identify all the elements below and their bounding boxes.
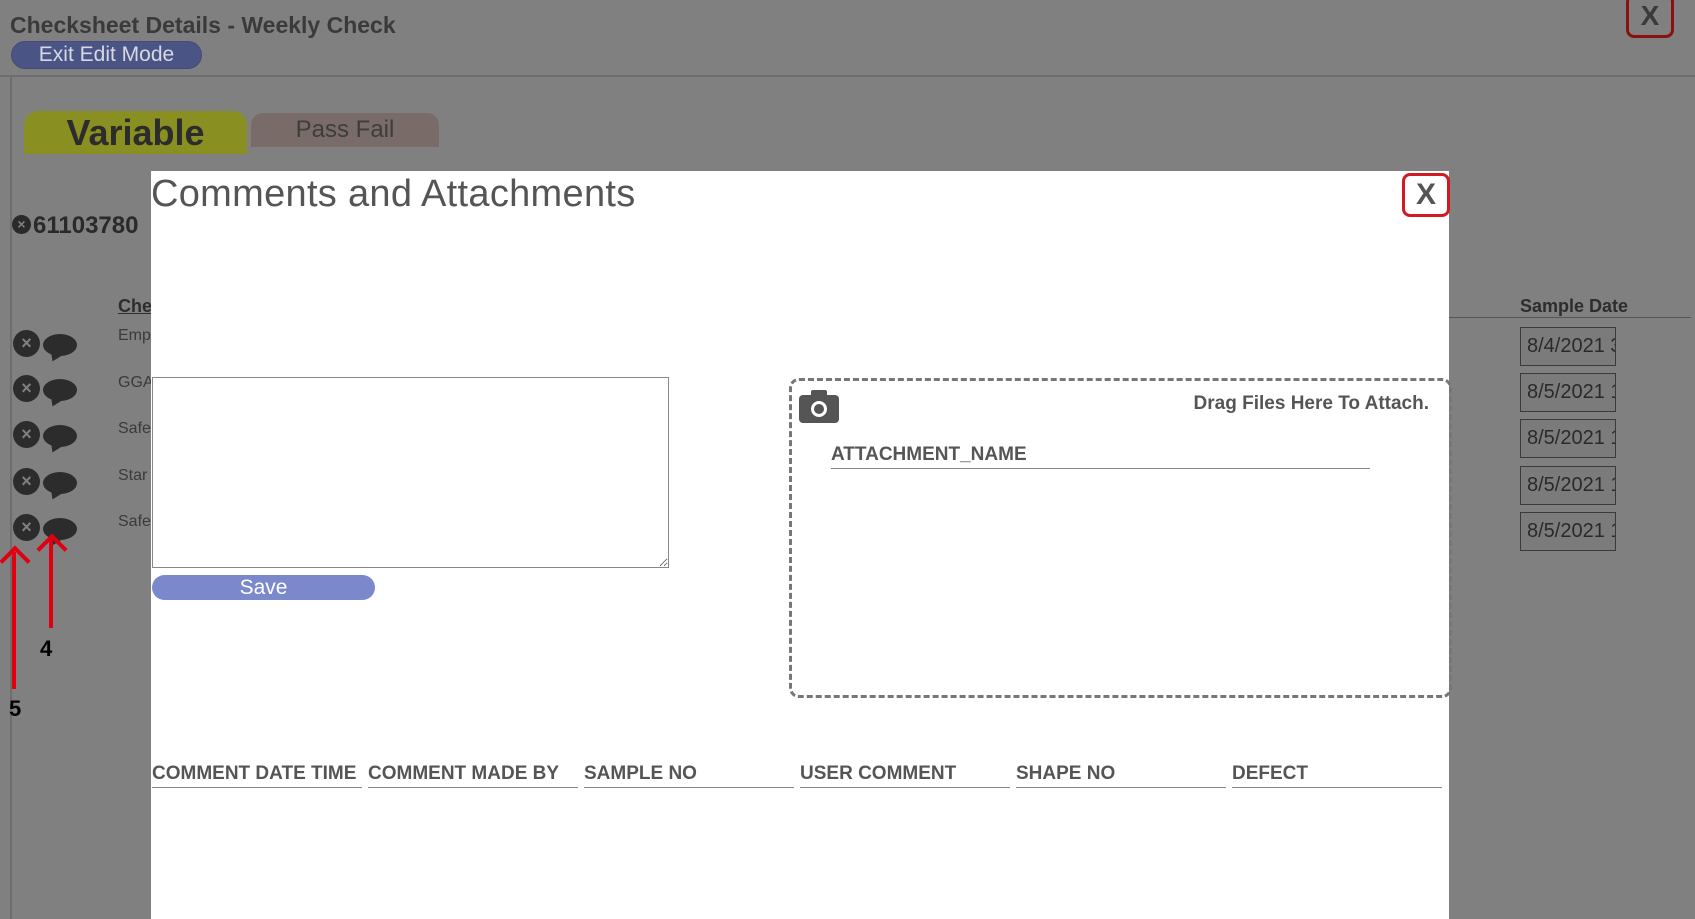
close-circle-icon[interactable]: × [13,375,40,402]
content-border [10,77,12,919]
comments-attachments-modal: Comments and Attachments X Save Drag Fil… [151,171,1452,919]
part-number-value: 61103780 [33,212,139,239]
row-label: Safe [118,513,151,530]
annotation-arrowhead [0,545,31,577]
row-label: Safe [118,420,151,437]
speech-bubble-icon[interactable] [43,425,77,447]
sample-date-field[interactable]: 8/5/2021 12 [1520,466,1616,505]
save-button[interactable]: Save [152,575,375,600]
close-circle-icon[interactable]: × [13,421,40,448]
attachment-dropzone[interactable]: Drag Files Here To Attach. ATTACHMENT_NA… [789,378,1452,698]
column-header: USER COMMENT [800,763,1010,788]
speech-bubble-icon[interactable] [43,334,77,356]
speech-bubble-icon[interactable] [43,472,77,494]
modal-title: Comments and Attachments [151,173,636,215]
row-actions: × [13,421,79,449]
annotation-label: 5 [9,696,22,721]
sample-date-field[interactable]: 8/5/2021 12 [1520,419,1616,458]
sample-date-field[interactable]: 8/5/2021 12 [1520,512,1616,551]
row-label: Star [118,467,148,484]
camera-icon[interactable] [799,389,839,423]
close-circle-icon[interactable]: × [13,514,40,541]
part-number: × 61103780 [12,212,138,240]
sample-date-field[interactable]: 8/4/2021 3:5 [1520,327,1616,366]
dropzone-instruction: Drag Files Here To Attach. [1193,393,1429,414]
page-close-button[interactable]: X [1626,0,1674,38]
column-header-checks: Che [118,296,153,316]
row-actions: × [13,330,79,358]
modal-close-button[interactable]: X [1402,173,1450,217]
row-actions: × [13,468,79,496]
attachment-name-header: ATTACHMENT_NAME [831,444,1370,469]
row-label: GGA [118,374,154,391]
tab-variable[interactable]: Variable [24,111,247,154]
comment-input[interactable] [152,377,669,568]
header-divider [0,75,1695,77]
sample-date-header: Sample Date [1520,296,1629,316]
close-circle-icon[interactable]: × [13,330,40,357]
column-header: COMMENT MADE BY [368,763,578,788]
column-header: SHAPE NO [1016,763,1226,788]
comments-table-header: COMMENT DATE TIME COMMENT MADE BY SAMPLE… [152,763,1448,788]
annotation-label: 4 [40,636,53,661]
column-header: DEFECT [1232,763,1442,788]
close-circle-icon[interactable]: × [13,468,40,495]
speech-bubble-icon[interactable] [43,379,77,401]
column-header: SAMPLE NO [584,763,794,788]
column-header: COMMENT DATE TIME [152,763,362,788]
page-title: Checksheet Details - Weekly Check [10,12,396,38]
tab-pass-fail[interactable]: Pass Fail [251,113,439,147]
row-actions: × [13,375,79,403]
sample-date-field[interactable]: 8/5/2021 12 [1520,373,1616,412]
close-circle-icon[interactable]: × [12,215,31,234]
sample-date-header-underline [1446,317,1691,318]
row-label: Emp [118,327,151,344]
exit-edit-mode-button[interactable]: Exit Edit Mode [11,41,202,69]
